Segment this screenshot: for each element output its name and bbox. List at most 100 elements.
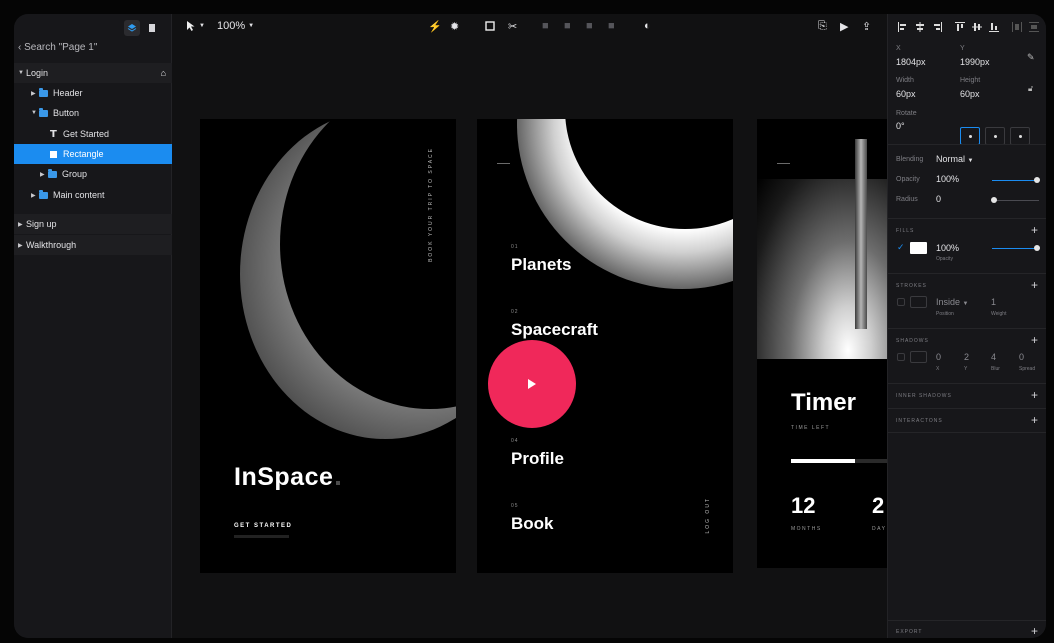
anchor-center-control[interactable] [960,127,980,145]
document-icon [149,24,155,32]
artboard-timer[interactable]: Timer TIME LEFT 12 MONTHS 2 DAY [757,119,887,568]
fill-color-swatch[interactable] [910,242,927,254]
stroke-checkbox[interactable] [897,298,905,306]
video-play-button[interactable] [488,340,576,428]
mask-button[interactable]: ◐ [644,20,651,32]
shadow-spread-input[interactable]: 0 [1019,352,1024,362]
radius-slider[interactable] [992,200,1039,201]
width-input[interactable]: 60px [896,89,916,99]
align-right-icon[interactable] [932,22,942,32]
subtract-button[interactable]: ■ [564,20,571,32]
preview-play-button[interactable]: ▶ [840,20,848,33]
stroke-weight-input[interactable]: 1 [991,297,996,307]
opacity-input[interactable]: 100% [936,174,959,184]
difference-button[interactable]: ■ [608,20,615,32]
pin-icon[interactable]: ✎ [1027,52,1035,63]
align-center-icon[interactable] [915,22,925,32]
share-button[interactable]: ⇪ [862,20,871,33]
height-input[interactable]: 60px [960,89,980,99]
text-layer-icon: T [50,128,57,140]
distribute-horizontal-icon[interactable] [1012,22,1022,32]
anchor-resize-control[interactable] [1010,127,1030,145]
layer-get-started[interactable]: T Get Started [14,124,172,144]
layers-tab[interactable] [124,20,140,36]
caret-down-icon[interactable]: ▼ [31,110,39,116]
shadow-checkbox[interactable] [897,353,905,361]
anchor-box-control[interactable] [985,127,1005,145]
x-input[interactable]: 1804px [896,57,926,67]
vertical-tagline: BOOK YOUR TRIP TO SPACE [428,147,434,262]
scissors-button[interactable]: ✂ [508,20,517,33]
menu-item-book[interactable]: 05 Book [511,503,554,534]
assets-tab[interactable] [144,20,160,36]
layer-label: Sign up [26,219,57,229]
layer-button[interactable]: ▼ Button [14,103,172,123]
radius-slider-knob[interactable] [991,197,997,203]
fill-opacity-slider-knob[interactable] [1034,245,1040,251]
caret-right-icon[interactable]: ▶ [18,242,26,249]
logout-link[interactable]: LOG OUT [705,497,711,534]
blending-select[interactable]: Normal ▼ [936,154,973,164]
add-fill-button[interactable]: + [1031,224,1038,236]
mask-icon: ◐ [644,20,651,32]
intersect-button[interactable]: ■ [586,20,593,32]
align-top-icon[interactable] [955,22,965,32]
menu-item-planets[interactable]: 01 Planets [511,244,571,275]
export-file-button[interactable]: ⎘ [818,20,827,33]
layer-rectangle[interactable]: Rectangle [14,144,172,164]
caret-right-icon[interactable]: ▶ [40,171,48,178]
layer-header[interactable]: ▶ Header [14,83,172,103]
checkmark-icon[interactable]: ✓ [897,242,905,253]
radius-input[interactable]: 0 [936,194,941,204]
layer-label: Walkthrough [26,240,77,250]
menu-item-spacecraft[interactable]: 02 Spacecraft [511,309,598,340]
lightning-button[interactable]: ⚡ [428,20,442,33]
add-interaction-button[interactable]: + [1031,414,1038,426]
shadow-color-swatch[interactable] [910,351,927,363]
distribute-vertical-icon[interactable] [1029,22,1039,32]
anchor-dot [994,135,997,138]
fill-opacity-input[interactable]: 100% [936,243,959,253]
home-icon[interactable]: ⌂ [161,68,166,78]
union-button[interactable]: ■ [542,20,549,32]
lock-icon[interactable]: 🔓︎ [1028,84,1033,94]
menu-item-profile[interactable]: 04 Profile [511,438,564,469]
opacity-slider-knob[interactable] [1034,177,1040,183]
align-left-icon[interactable] [898,22,908,32]
get-started-button[interactable]: GET STARTED [234,523,292,529]
layers-sidebar: ‹ Search "Page 1" ▼ Login ⌂ ▶ Header ▼ B… [14,14,172,638]
layer-group[interactable]: ▶ Group [14,164,172,184]
caret-right-icon[interactable]: ▶ [31,192,39,199]
align-bottom-icon[interactable] [989,22,999,32]
layer-search[interactable]: ‹ Search "Page 1" [18,42,97,53]
menu-item-label: Spacecraft [511,320,598,339]
pointer-tool-button[interactable]: ▼ [186,20,205,32]
add-export-button[interactable]: + [1031,625,1038,637]
layer-label: Group [62,169,88,179]
caret-right-icon[interactable]: ▶ [18,221,26,228]
transform-button[interactable] [484,20,496,32]
menu-item-label: Planets [511,255,572,274]
opacity-slider[interactable] [992,180,1039,181]
layer-login[interactable]: ▼ Login ⌂ [14,63,172,83]
shadow-x-input[interactable]: 0 [936,352,941,362]
settings-button[interactable]: ✹ [450,20,459,33]
layer-walkthrough[interactable]: ▶ Walkthrough [14,235,172,255]
add-stroke-button[interactable]: + [1031,279,1038,291]
y-input[interactable]: 1990px [960,57,990,67]
stroke-color-swatch[interactable] [910,296,927,308]
zoom-control[interactable]: 100% ▼ [217,20,254,32]
shadow-y-input[interactable]: 2 [964,352,969,362]
layer-sign-up[interactable]: ▶ Sign up [14,214,172,234]
shadow-blur-input[interactable]: 4 [991,352,996,362]
caret-right-icon[interactable]: ▶ [31,90,39,97]
add-shadow-button[interactable]: + [1031,334,1038,346]
artboard-inspace[interactable]: BOOK YOUR TRIP TO SPACE InSpace GET STAR… [200,119,456,573]
stroke-position-select[interactable]: Inside ▼ [936,297,969,307]
align-middle-icon[interactable] [972,22,982,32]
add-inner-shadow-button[interactable]: + [1031,389,1038,401]
fill-opacity-slider[interactable] [992,248,1039,249]
layer-main-content[interactable]: ▶ Main content [14,185,172,205]
folder-icon [48,168,57,178]
rotate-input[interactable]: 0° [896,121,905,131]
